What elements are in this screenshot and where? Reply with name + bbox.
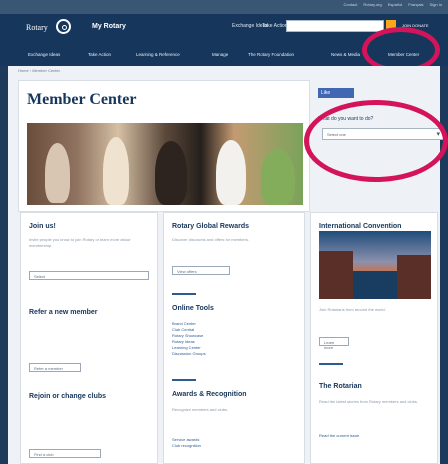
highlight-circle-2 xyxy=(304,100,448,182)
rejoin-button[interactable]: Find a club xyxy=(29,449,101,458)
convention-title: International Convention xyxy=(319,223,402,230)
utility-contact-link[interactable]: Contact xyxy=(344,2,358,7)
online-tools-title: Online Tools xyxy=(172,305,214,312)
utility-language-link[interactable]: Español xyxy=(388,2,402,7)
rewards-text: Discover discounts and offers for member… xyxy=(172,237,250,242)
breadcrumb: Home › Member Center xyxy=(18,68,61,73)
section-divider-2 xyxy=(172,379,196,381)
join-column: Join us! Invite people you know to join … xyxy=(20,212,158,464)
award-links[interactable]: Service awards Club recognition xyxy=(172,437,201,449)
logo-text[interactable]: Rotary xyxy=(26,23,48,32)
utility-signin-link[interactable]: Sign In xyxy=(430,2,442,7)
section-divider-3 xyxy=(319,363,343,365)
awards-text: Recognize members and clubs. xyxy=(172,407,229,412)
awards-title: Awards & Recognition xyxy=(172,391,247,398)
rewards-column: Rotary Global Rewards Discover discounts… xyxy=(163,212,305,464)
utility-language-link-2[interactable]: Français xyxy=(408,2,423,7)
convention-text: Join Rotarians from around the world. xyxy=(319,307,386,312)
convention-photo xyxy=(319,231,431,299)
rotary-wheel-icon xyxy=(56,19,71,34)
rotarian-text: Read the latest stories from Rotary memb… xyxy=(319,399,418,404)
award-link-2[interactable]: Club recognition xyxy=(172,443,201,449)
utility-site-link[interactable]: Rotary.org xyxy=(363,2,381,7)
convention-column: International Convention Join Rotarians … xyxy=(310,212,438,464)
member-photo xyxy=(27,123,303,205)
nav-manage[interactable]: Manage xyxy=(212,52,228,57)
join-title: Join us! xyxy=(29,223,56,230)
convention-button[interactable]: Learn more xyxy=(319,337,349,350)
nav-learning[interactable]: Learning & Reference xyxy=(136,52,180,57)
nav-take-action[interactable]: Take Action xyxy=(88,52,111,57)
section-divider xyxy=(172,293,196,295)
rewards-title: Rotary Global Rewards xyxy=(172,223,250,230)
tool-link-6[interactable]: Discussion Groups xyxy=(172,351,206,357)
nav-exchange-ideas[interactable]: Exchange Ideas xyxy=(28,52,60,57)
rotarian-link[interactable]: Read the current issue xyxy=(319,433,359,439)
rewards-button[interactable]: View offers xyxy=(172,266,230,275)
header-link-2[interactable]: Take Action xyxy=(262,23,288,29)
refer-title: Refer a new member xyxy=(29,309,98,316)
rejoin-title: Rejoin or change clubs xyxy=(29,393,107,400)
member-center-panel: Member Center xyxy=(18,80,310,212)
page-title: Member Center xyxy=(27,91,137,108)
rotarian-title: The Rotarian xyxy=(319,383,362,390)
online-tools-links[interactable]: Brand Center Club Central Rotary Showcas… xyxy=(172,321,206,357)
utility-links: Contact Rotary.org Español Français Sign In xyxy=(338,2,442,7)
site-title[interactable]: My Rotary xyxy=(92,23,126,30)
refer-button[interactable]: Refer a member xyxy=(29,363,81,372)
join-dropdown[interactable]: Select xyxy=(29,271,149,280)
utility-bar: Contact Rotary.org Español Français Sign In xyxy=(0,0,448,14)
join-text: Invite people you know to join Rotary or… xyxy=(29,237,131,248)
nav-foundation[interactable]: The Rotary Foundation xyxy=(248,52,294,57)
search-input[interactable] xyxy=(286,20,384,32)
nav-news-media[interactable]: News & Media xyxy=(331,52,360,57)
facebook-like-button[interactable]: Like xyxy=(318,88,354,98)
